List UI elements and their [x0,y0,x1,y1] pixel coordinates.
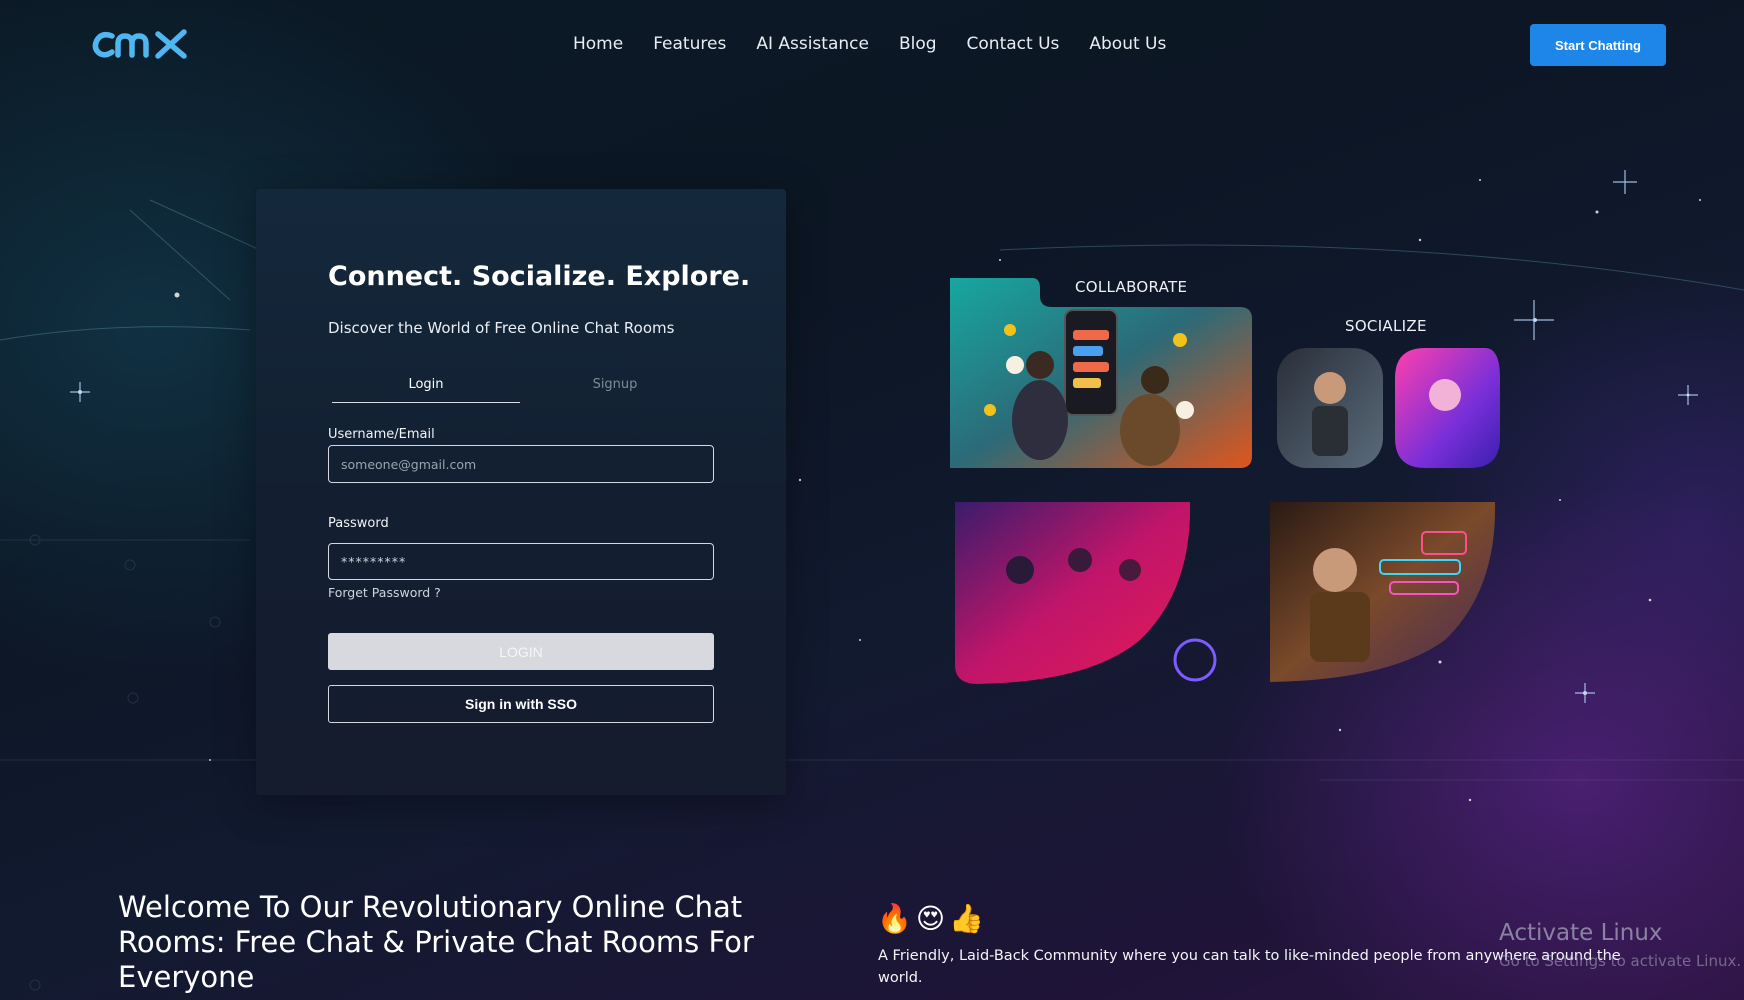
activate-linux-title: Activate Linux [1499,920,1663,946]
feature-collage: COLLABORATE SOCIALIZE [940,270,1520,710]
card-subtitle: Discover the World of Free Online Chat R… [328,319,675,337]
nav-blog[interactable]: Blog [899,34,937,54]
nav-ai-assistance[interactable]: AI Assistance [756,34,869,54]
logo-icon [92,29,187,59]
login-button[interactable]: LOGIN [328,633,714,670]
username-input[interactable] [328,445,714,483]
nav-contact-us[interactable]: Contact Us [967,34,1060,54]
sso-button[interactable]: Sign in with SSO [328,685,714,723]
card-title: Connect. Socialize. Explore. [328,261,751,292]
tab-signup[interactable]: Signup [521,377,709,402]
tab-login[interactable]: Login [332,377,520,403]
collage-illustration [950,278,1500,684]
heart-eyes-emoji-icon: 😍 [915,902,946,935]
username-label: Username/Email [328,427,435,442]
password-label: Password [328,516,389,531]
collaborate-label: COLLABORATE [1075,278,1188,296]
fire-emoji-icon: 🔥 [877,902,912,935]
socialize-label: SOCIALIZE [1345,317,1427,335]
password-input[interactable]: ********* [328,543,714,580]
forgot-password-link[interactable]: Forget Password ? [328,585,441,600]
top-navbar: Home Features AI Assistance Blog Contact… [0,0,1744,90]
cmx-logo[interactable] [90,26,194,64]
nav-features[interactable]: Features [653,34,726,54]
nav-about-us[interactable]: About Us [1089,34,1166,54]
thumbs-up-emoji-icon: 👍 [949,902,984,935]
main-nav: Home Features AI Assistance Blog Contact… [573,34,1196,54]
nav-home[interactable]: Home [573,34,623,54]
login-card: Connect. Socialize. Explore. Discover th… [256,189,786,795]
start-chatting-button[interactable]: Start Chatting [1530,24,1666,66]
welcome-heading: Welcome To Our Revolutionary Online Chat… [118,890,754,994]
emoji-row: 🔥 😍 👍 [877,902,984,935]
activate-linux-subtitle: Go to Settings to activate Linux. [1499,952,1742,970]
